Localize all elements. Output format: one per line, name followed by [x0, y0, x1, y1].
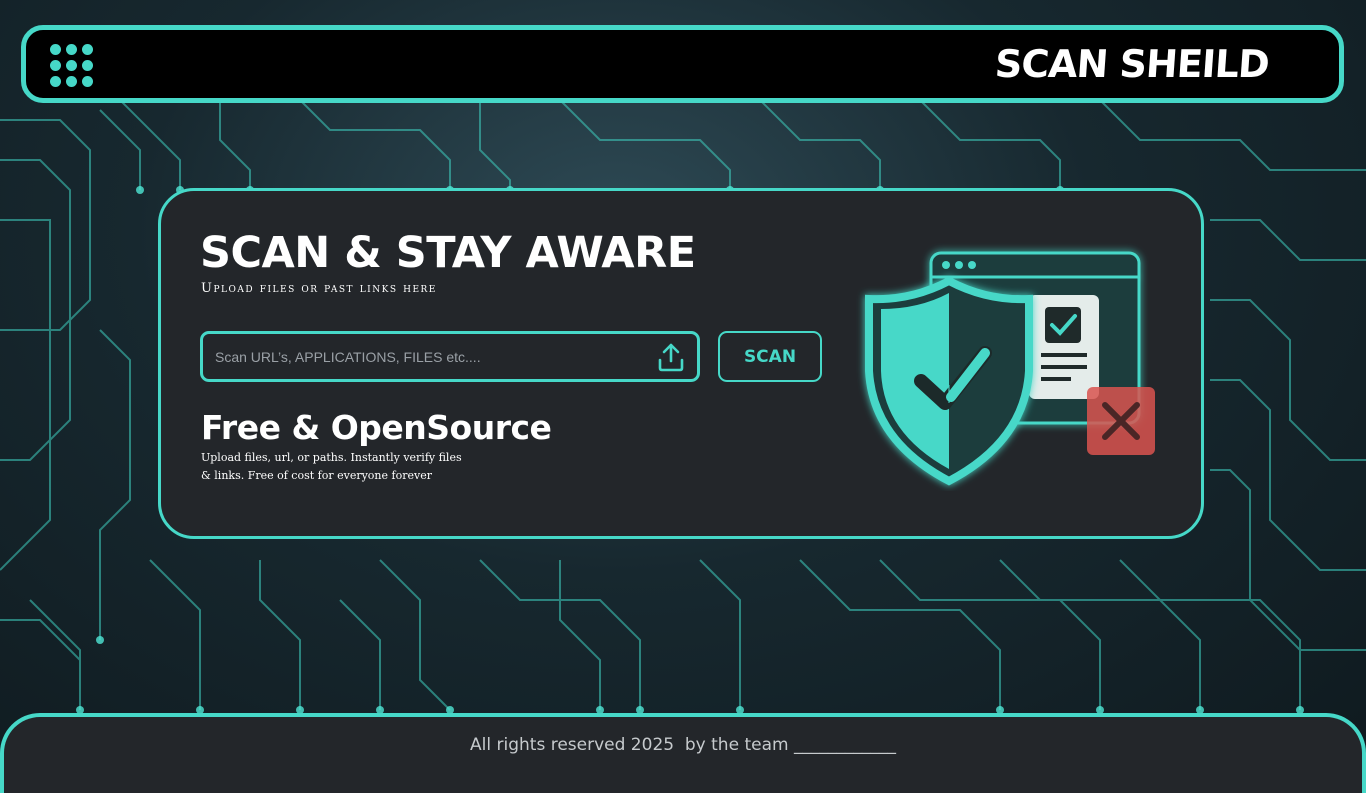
upload-icon[interactable]: [657, 342, 685, 372]
hero-subtitle: Upload files or past links here: [201, 281, 437, 296]
document-check-icon: [1029, 295, 1099, 399]
shield-check-icon: [865, 276, 1033, 486]
top-navbar: SCAN SHEILD: [21, 25, 1344, 103]
scan-button[interactable]: SCAN: [718, 331, 822, 382]
footer-copyright: All rights reserved 2025 by the team ___…: [470, 735, 896, 755]
footer: All rights reserved 2025 by the team ___…: [0, 713, 1366, 793]
brand-logo[interactable]: SCAN SHEILD: [994, 42, 1271, 86]
security-illustration: [865, 251, 1155, 486]
free-opensource-description: Upload files, url, or paths. Instantly v…: [201, 451, 462, 482]
scan-card: SCAN & STAY AWARE Upload files or past l…: [158, 188, 1204, 539]
search-box: [200, 331, 700, 382]
free-opensource-heading: Free & OpenSource: [201, 408, 552, 447]
grid-menu-icon[interactable]: [50, 44, 94, 88]
hero-title: SCAN & STAY AWARE: [200, 228, 696, 278]
scan-input[interactable]: [203, 334, 643, 379]
error-x-icon: [1087, 387, 1155, 455]
